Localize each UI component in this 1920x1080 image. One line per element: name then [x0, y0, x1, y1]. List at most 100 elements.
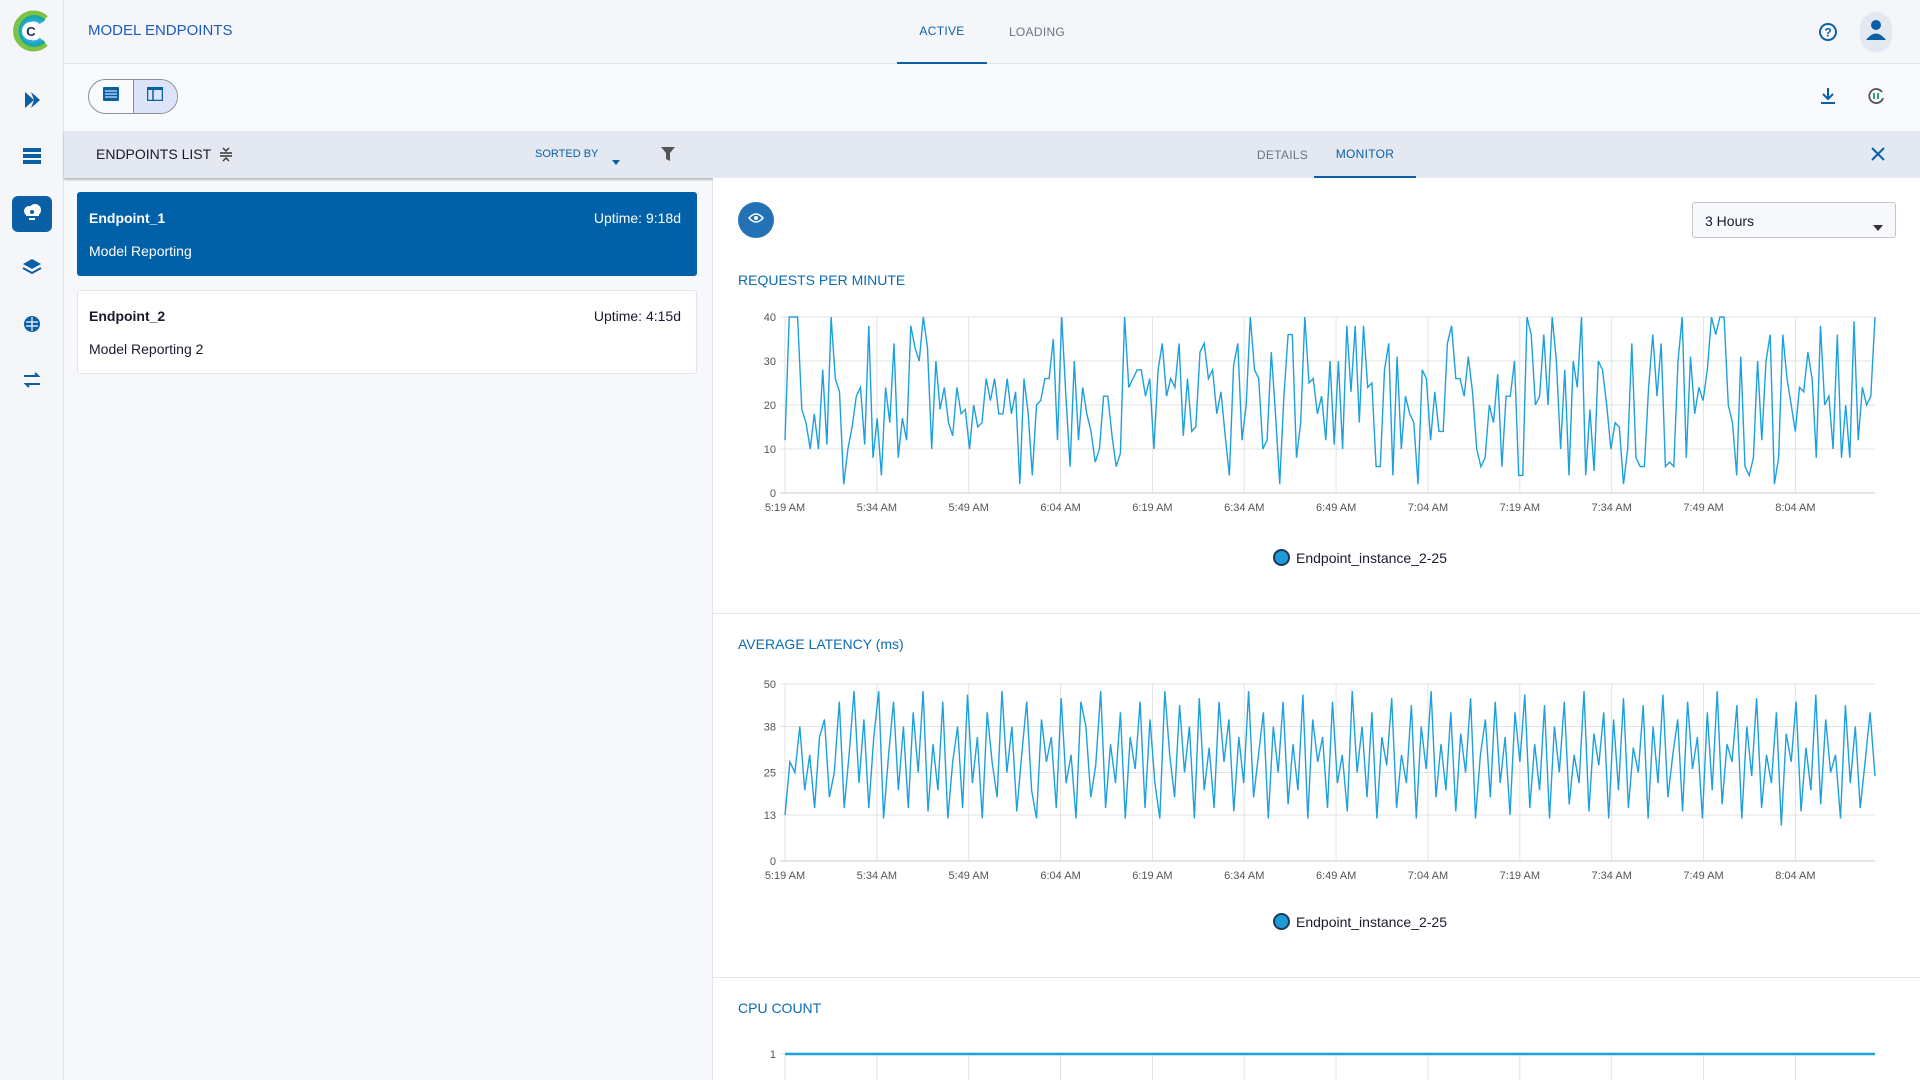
x-tick-label: 7:19 AM — [1500, 502, 1540, 514]
x-tick-label: 6:34 AM — [1224, 870, 1264, 882]
x-tick-label: 7:49 AM — [1683, 870, 1723, 882]
chart-legend[interactable]: Endpoint_instance_2-25 — [1273, 549, 1447, 566]
endpoints-list-title: ENDPOINTS LIST — [96, 146, 212, 162]
top-header: MODEL ENDPOINTS ACTIVE LOADING ? — [64, 0, 1920, 64]
chevrons-right-icon — [22, 90, 42, 115]
sidebar-item-layers[interactable] — [12, 251, 52, 287]
pipelines-icon — [22, 370, 42, 395]
legend-label: Endpoint_instance_2-25 — [1296, 549, 1448, 566]
sidebar-item-model-endpoints[interactable] — [12, 196, 52, 232]
x-tick-label: 6:34 AM — [1224, 502, 1264, 514]
series-line — [784, 316, 1876, 485]
y-tick-label: 50 — [764, 679, 776, 691]
sidebar-item-pipelines[interactable] — [12, 364, 52, 400]
series-line — [784, 691, 1876, 826]
caret-down-icon — [1873, 218, 1883, 234]
chart-title: CPU COUNT — [738, 1000, 822, 1016]
cpu-count-chart: 1 — [770, 1049, 1875, 1080]
page-title: MODEL ENDPOINTS — [88, 22, 233, 39]
sorted-by-button[interactable]: SORTED BY — [535, 148, 598, 160]
sidebar-item-datasets[interactable] — [12, 140, 52, 176]
app-logo[interactable]: C — [8, 8, 54, 54]
y-tick-label: 40 — [764, 312, 776, 324]
endpoint-details-panel: DETAILS MONITOR 3 Hours REQUESTS PER MIN… — [713, 131, 1920, 1080]
x-tick-label: 8:04 AM — [1775, 502, 1815, 514]
y-tick-label: 38 — [764, 721, 776, 733]
y-tick-label: 13 — [764, 810, 776, 822]
endpoint-uptime: Uptime: 9:18d — [593, 210, 681, 226]
x-tick-label: 5:34 AM — [857, 870, 897, 882]
svg-text:?: ? — [1824, 26, 1831, 40]
endpoint-card-1[interactable]: Endpoint_1 Uptime: 9:18d Model Reporting — [77, 192, 697, 276]
x-tick-label: 6:19 AM — [1132, 870, 1172, 882]
tab-active[interactable]: ACTIVE — [897, 0, 987, 64]
list-icon — [102, 87, 119, 106]
view-toggle — [88, 79, 178, 114]
detail-view-button[interactable] — [132, 80, 177, 113]
x-tick-label: 6:19 AM — [1132, 502, 1172, 514]
legend-label: Endpoint_instance_2-25 — [1296, 913, 1448, 930]
x-tick-label: 6:04 AM — [1040, 870, 1080, 882]
endpoints-list-header: ENDPOINTS LIST SORTED BY — [64, 131, 713, 178]
x-tick-label: 7:19 AM — [1500, 870, 1540, 882]
divider — [713, 977, 1920, 978]
x-tick-label: 7:34 AM — [1592, 502, 1632, 514]
sidebar-item-dashboard[interactable] — [12, 84, 52, 120]
sidebar: C — [0, 0, 64, 1080]
toggle-visibility-button[interactable] — [738, 202, 774, 238]
details-tabs: DETAILS MONITOR — [713, 131, 1920, 178]
x-tick-label: 7:04 AM — [1408, 870, 1448, 882]
brain-icon — [22, 314, 42, 339]
endpoint-name: Endpoint_2 — [89, 308, 166, 324]
x-tick-label: 6:49 AM — [1316, 870, 1356, 882]
x-tick-label: 7:49 AM — [1683, 502, 1723, 514]
chart-legend[interactable]: Endpoint_instance_2-25 — [1273, 913, 1447, 930]
time-range-value: 3 Hours — [1705, 213, 1755, 229]
endpoint-uptime: Uptime: 4:15d — [593, 308, 681, 324]
svg-text:C: C — [26, 24, 36, 39]
sidebar-item-models[interactable] — [12, 308, 52, 344]
tab-loading[interactable]: LOADING — [992, 0, 1082, 64]
y-tick-label: 1 — [770, 1049, 776, 1061]
endpoints-panel: ENDPOINTS LIST SORTED BY Endpoint_1 Upti… — [64, 131, 713, 1080]
x-tick-label: 5:49 AM — [949, 870, 989, 882]
x-tick-label: 5:19 AM — [765, 502, 805, 514]
y-tick-label: 0 — [770, 856, 776, 868]
y-tick-label: 30 — [764, 356, 776, 368]
requests-per-minute-chart: 5:19 AM 5:34 AM 5:49 AM 6:04 AM 6:19 AM 6:34 … — [764, 312, 1876, 514]
y-tick-label: 20 — [764, 400, 776, 412]
divider — [713, 613, 1920, 614]
endpoint-description: Model Reporting 2 — [89, 341, 204, 357]
legend-swatch — [1273, 549, 1290, 566]
collapse-icon[interactable] — [219, 145, 233, 168]
filter-icon[interactable] — [661, 147, 675, 166]
layers-icon — [22, 257, 42, 282]
close-icon[interactable] — [1871, 147, 1885, 166]
user-avatar[interactable] — [1860, 12, 1892, 52]
x-tick-label: 5:19 AM — [765, 870, 805, 882]
help-icon[interactable]: ? — [1818, 22, 1838, 47]
y-tick-label: 25 — [764, 768, 776, 780]
x-tick-label: 5:34 AM — [857, 502, 897, 514]
endpoint-description: Model Reporting — [89, 243, 192, 259]
download-icon[interactable] — [1818, 86, 1838, 111]
x-tick-label: 6:04 AM — [1040, 502, 1080, 514]
x-tick-label: 8:04 AM — [1775, 870, 1815, 882]
endpoint-card-2[interactable]: Endpoint_2 Uptime: 4:15d Model Reporting… — [77, 290, 697, 374]
time-range-select[interactable]: 3 Hours — [1692, 202, 1896, 238]
chart-title: AVERAGE LATENCY (ms) — [738, 636, 904, 652]
list-view-button[interactable] — [89, 80, 133, 113]
average-latency-chart: 5:19 AM 5:34 AM 5:49 AM 6:04 AM 6:19 AM 6:34 … — [764, 679, 1876, 882]
user-icon — [1865, 19, 1887, 46]
datasets-icon — [22, 146, 42, 171]
legend-swatch — [1273, 913, 1290, 930]
auto-refresh-icon[interactable] — [1866, 86, 1886, 111]
caret-down-icon[interactable] — [612, 152, 620, 170]
chart-title: REQUESTS PER MINUTE — [738, 272, 906, 288]
tab-monitor[interactable]: MONITOR — [1314, 131, 1416, 178]
endpoint-name: Endpoint_1 — [89, 210, 166, 226]
y-tick-label: 10 — [764, 444, 776, 456]
eye-icon — [748, 211, 764, 229]
y-tick-label: 0 — [770, 488, 776, 500]
x-tick-label: 7:04 AM — [1408, 502, 1448, 514]
